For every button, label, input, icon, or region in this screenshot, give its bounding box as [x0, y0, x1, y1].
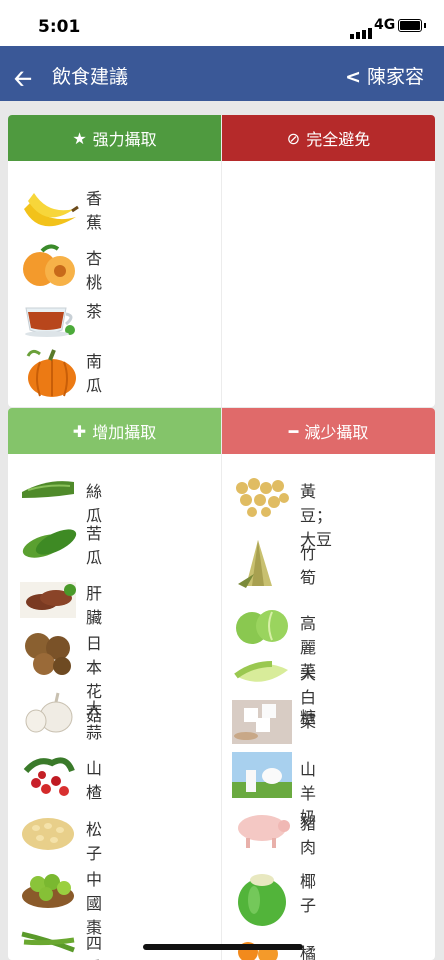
garlic-image [25, 692, 73, 733]
food-label: 香蕉 [86, 189, 103, 232]
pumpkin-image [26, 349, 76, 397]
coconut-image [238, 874, 286, 926]
status-bar: 5:01 4G [0, 0, 444, 46]
food-label: 南瓜 [86, 352, 103, 395]
increase-header: ✚ 增加攝取 [8, 408, 221, 454]
food-label: 絲瓜 [86, 482, 103, 525]
avoid-label: 完全避免 [306, 130, 371, 149]
strong-intake-label: 强力攝取 [92, 130, 157, 149]
decrease-header: ━ 減少攝取 [222, 408, 435, 454]
food-label: 橘子 [300, 944, 317, 960]
loofah-image [22, 481, 74, 498]
network-label: 4G [374, 17, 396, 33]
bamboo-shoot-image [238, 540, 272, 588]
mushroom-image [25, 633, 71, 675]
food-label: 松子 [86, 820, 103, 863]
goat-milk-image [232, 752, 292, 798]
food-label: 四季豆 [86, 934, 103, 960]
user-name: 陳家容 [366, 66, 424, 88]
apricot-image [23, 244, 75, 286]
plus-icon: ✚ [72, 421, 87, 441]
tea-image [25, 307, 75, 337]
minus-icon: ━ [288, 421, 299, 441]
food-label: 竹筍 [300, 544, 317, 587]
increase-decrease-card: ✚ 增加攝取 ━ 減少攝取 絲瓜 苦瓜 肝臟 日本花菇 大蒜 山楂 松子 中國棗… [8, 408, 435, 960]
jujube-image [22, 874, 74, 908]
avoid-header: ⊘ 完全避免 [222, 115, 435, 161]
chevron-left-icon: < [345, 66, 361, 88]
food-label: 豬肉 [300, 814, 317, 857]
battery-icon [398, 19, 422, 32]
cabbage-image [236, 610, 288, 644]
food-label: 肝臟 [86, 584, 103, 627]
food-label: 糖 [300, 708, 317, 727]
pig-image [238, 815, 290, 848]
bitter-melon-image [22, 529, 77, 558]
food-label: 杏桃 [86, 249, 103, 292]
strong-avoid-card: ★ 强力攝取 ⊘ 完全避免 香蕉 杏桃 茶 南瓜 [8, 115, 435, 407]
star-icon: ★ [72, 128, 87, 148]
food-label: 苦瓜 [86, 524, 103, 567]
liver-image [20, 582, 76, 618]
signal-icon [350, 20, 374, 39]
page-title: 飲食建議 [52, 66, 129, 88]
decrease-label: 減少攝取 [304, 423, 369, 442]
status-time: 5:01 [38, 17, 81, 37]
pine-nuts-image [22, 818, 74, 850]
food-label: 茶 [86, 302, 103, 321]
sugar-image [232, 700, 292, 744]
ban-icon: ⊘ [286, 128, 301, 148]
food-label: 大蒜 [86, 699, 103, 742]
soybean-image [236, 478, 289, 517]
napa-cabbage-image [234, 661, 288, 682]
food-label: 椰子 [300, 872, 317, 915]
strong-intake-header: ★ 强力攝取 [8, 115, 221, 161]
user-switch-button[interactable]: < 陳家容 [345, 62, 424, 89]
increase-label: 增加攝取 [92, 423, 157, 442]
food-label: 山楂 [86, 759, 103, 802]
banana-image [24, 193, 79, 227]
back-arrow-icon[interactable]: 🡠 [14, 62, 32, 100]
hawthorn-image [23, 757, 75, 796]
home-indicator[interactable] [143, 944, 303, 950]
food-label: 中國棗 [86, 870, 103, 937]
green-beans-image [21, 931, 75, 953]
nav-bar: 🡠 飲食建議 < 陳家容 [0, 46, 444, 101]
